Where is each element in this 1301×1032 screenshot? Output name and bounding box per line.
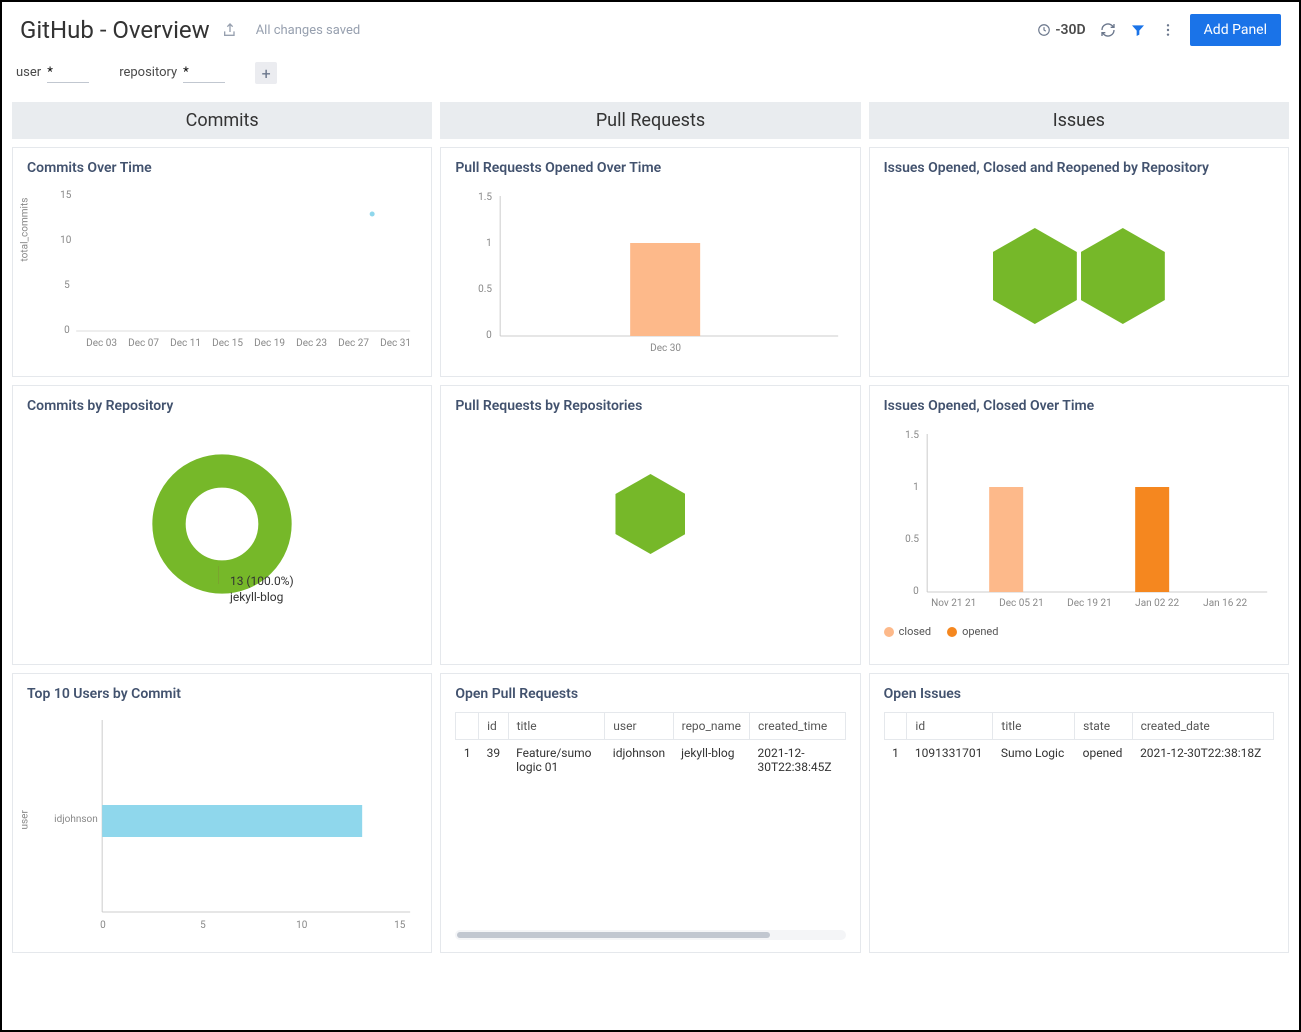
svg-text:5: 5 [64,280,70,291]
panel-pr-opened-over-time: Pull Requests Opened Over Time 1.5 1 0.5… [440,147,860,377]
panel-title: Issues Opened, Closed and Reopened by Re… [884,160,1274,176]
y-axis-label: user [20,810,31,829]
svg-text:Jan 16 22: Jan 16 22 [1203,598,1247,609]
panel-pr-by-repo: Pull Requests by Repositories [440,385,860,665]
time-range-selector[interactable]: -30D [1037,22,1085,38]
svg-text:0: 0 [486,330,492,341]
svg-text:1.5: 1.5 [478,192,492,203]
save-status: All changes saved [256,23,361,38]
open-issues-table: id title state created_date 1 1091331701… [884,712,1274,767]
svg-text:Dec 15: Dec 15 [212,338,243,349]
svg-text:Dec 03: Dec 03 [86,338,117,349]
panel-title: Pull Requests Opened Over Time [455,160,845,176]
panel-title: Commits Over Time [27,160,417,176]
filter-user[interactable]: user [16,63,89,83]
y-axis-label: total_commits [20,198,31,262]
filter-icon[interactable] [1130,22,1146,38]
panel-title: Issues Opened, Closed Over Time [884,398,1274,414]
pr-bar-chart: 1.5 1 0.5 0 Dec 30 [455,186,845,366]
share-icon[interactable] [222,22,238,38]
table-header-row: id title state created_date [884,713,1273,740]
svg-text:10: 10 [296,920,308,931]
section-header-issues: Issues [869,102,1289,139]
svg-text:5: 5 [200,920,206,931]
svg-text:Dec 19 21: Dec 19 21 [1067,598,1112,609]
filter-repository-input[interactable] [183,63,225,83]
users-bar-chart: idjohnson 0 5 10 15 [27,712,417,937]
svg-text:Dec 05 21: Dec 05 21 [999,598,1044,609]
svg-text:idjohnson: idjohnson [54,814,98,825]
commits-scatter-chart: 15 10 5 0 Dec 03 Dec 07 Dec 11 Dec 15 De… [27,186,417,356]
page-title: GitHub - Overview [20,16,210,44]
svg-text:1.5: 1.5 [905,430,919,441]
filter-user-input[interactable] [47,63,89,83]
svg-text:10: 10 [60,235,72,246]
panel-title: Pull Requests by Repositories [455,398,845,414]
svg-text:Dec 19: Dec 19 [254,338,285,349]
svg-text:0.5: 0.5 [478,284,492,295]
table-row[interactable]: 1 1091331701 Sumo Logic opened 2021-12-3… [884,740,1273,767]
hex-icon [993,228,1077,324]
svg-text:Nov 21 21: Nov 21 21 [931,598,976,609]
panel-open-issues: Open Issues id title state created_date … [869,673,1289,953]
svg-text:0: 0 [64,325,70,336]
add-panel-button[interactable]: Add Panel [1190,14,1281,46]
panel-top-users: Top 10 Users by Commit user idjohnson 0 … [12,673,432,953]
donut-label: 13 (100.0%) jekyll-blog [230,574,294,605]
svg-text:Dec 11: Dec 11 [170,338,201,349]
horizontal-scrollbar[interactable] [455,930,845,940]
filter-bar: user repository + [2,58,1299,102]
panel-issues-by-repo: Issues Opened, Closed and Reopened by Re… [869,147,1289,377]
svg-text:1: 1 [913,482,919,493]
svg-text:15: 15 [394,920,406,931]
page-header: GitHub - Overview All changes saved -30D… [2,2,1299,58]
issues-bar-chart: 1.5 1 0.5 0 Nov 21 21 Dec 05 21 Dec 19 2… [884,424,1274,619]
panel-title: Open Pull Requests [455,686,845,702]
section-header-pulls: Pull Requests [440,102,860,139]
panel-commits-over-time: Commits Over Time total_commits 15 10 5 … [12,147,432,377]
add-filter-button[interactable]: + [255,62,277,84]
svg-text:1: 1 [486,238,492,249]
panel-open-pr: Open Pull Requests id title user repo_na… [440,673,860,953]
svg-text:0: 0 [913,586,919,597]
panel-title: Top 10 Users by Commit [27,686,417,702]
filter-repository[interactable]: repository [119,63,225,83]
svg-text:0: 0 [100,920,106,931]
svg-text:Dec 23: Dec 23 [296,338,327,349]
panel-issues-over-time: Issues Opened, Closed Over Time 1.5 1 0.… [869,385,1289,665]
panel-title: Open Issues [884,686,1274,702]
more-menu-icon[interactable] [1160,22,1176,38]
section-header-commits: Commits [12,102,432,139]
table-header-row: id title user repo_name created_time [456,713,845,740]
svg-text:Dec 31: Dec 31 [380,338,411,349]
open-pr-table: id title user repo_name created_time 1 3… [455,712,845,781]
clock-icon [1037,23,1051,37]
svg-text:Dec 30: Dec 30 [650,343,681,354]
chart-legend: closed opened [884,625,1274,638]
hex-icon [615,474,685,554]
panel-commits-by-repo: Commits by Repository 13 (100.0%) jekyll… [12,385,432,665]
refresh-icon[interactable] [1100,22,1116,38]
svg-text:Dec 27: Dec 27 [338,338,369,349]
svg-text:Jan 02 22: Jan 02 22 [1135,598,1179,609]
panel-title: Commits by Repository [27,398,417,414]
svg-text:0.5: 0.5 [905,534,919,545]
svg-text:15: 15 [60,190,72,201]
donut-chart [152,454,292,594]
svg-text:Dec 07: Dec 07 [128,338,159,349]
hex-icon [1081,228,1165,324]
table-row[interactable]: 1 39 Feature/sumo logic 01 idjohnson jek… [456,740,845,781]
